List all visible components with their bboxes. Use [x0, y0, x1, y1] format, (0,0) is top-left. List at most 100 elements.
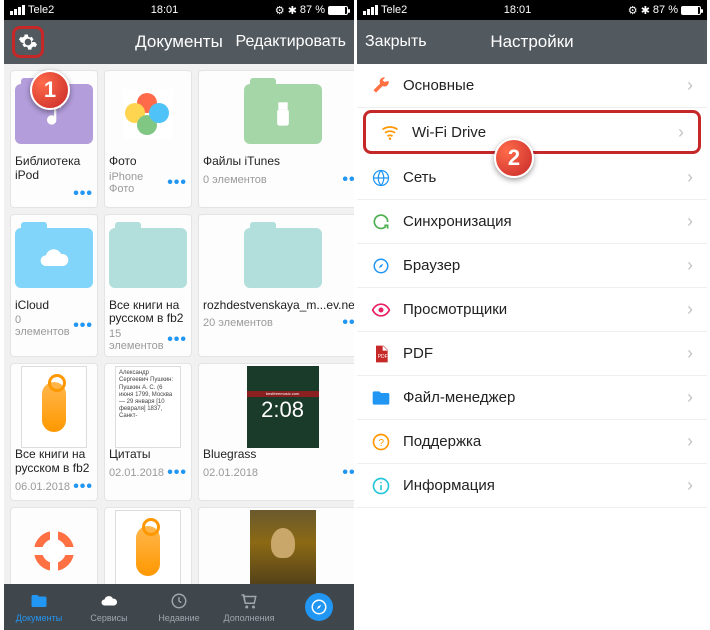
- tab-cart[interactable]: Дополнения: [214, 584, 284, 630]
- chevron-right-icon: ›: [687, 211, 693, 232]
- tile-sub: 15 элементов: [109, 328, 167, 352]
- folder-icon: [28, 592, 50, 612]
- row-label: Основные: [403, 77, 474, 94]
- more-icon[interactable]: •••: [342, 171, 354, 189]
- tile[interactable]: rozhdestvenskaya_m...ev.net) 20 элементов…: [198, 214, 354, 358]
- tab-label: Недавние: [158, 613, 199, 623]
- row-eye[interactable]: Просмотрщики ›: [357, 288, 707, 332]
- tile[interactable]: Все книги на русском в fb2 06.01.2018•••: [10, 363, 98, 501]
- svg-text:PDF: PDF: [378, 354, 388, 360]
- settings-list: Основные›Wi-Fi Drive›Сеть›Синхронизация›…: [357, 64, 707, 508]
- row-sync[interactable]: Синхронизация ›: [357, 200, 707, 244]
- row-label: Поддержка: [403, 433, 481, 450]
- row-label: Файл-менеджер: [403, 389, 515, 406]
- row-label: Wi-Fi Drive: [412, 124, 486, 141]
- more-icon[interactable]: •••: [342, 464, 354, 482]
- compass-icon: [371, 256, 391, 276]
- row-compass[interactable]: Браузер›: [357, 244, 707, 288]
- row-folder[interactable]: Файл-менеджер ›: [357, 376, 707, 420]
- chevron-right-icon: ›: [687, 343, 693, 364]
- sync-icon: [371, 212, 391, 232]
- chevron-right-icon: ›: [687, 255, 693, 276]
- nav-bar: Закрыть Настройки: [357, 20, 707, 64]
- callout-2: 2: [494, 138, 534, 178]
- tile[interactable]: Фото iPhone Фото•••: [104, 70, 192, 208]
- tile-sub: 0 элементов: [203, 174, 267, 186]
- tile[interactable]: Файлы iTunes0 элементов•••: [198, 70, 354, 208]
- chevron-right-icon: ›: [687, 475, 693, 496]
- tile-name: Библиотека iPod: [15, 155, 93, 183]
- more-icon[interactable]: •••: [167, 174, 187, 192]
- cart-icon: [238, 592, 260, 612]
- close-button[interactable]: Закрыть: [365, 33, 427, 51]
- status-bar: Tele2 18:01 ⚙︎ ✱87 %: [4, 0, 354, 20]
- tile-name: Фото: [109, 155, 187, 169]
- tab-clock[interactable]: Недавние: [144, 584, 214, 630]
- help-icon: ?: [371, 432, 391, 452]
- tile-name: Все книги на русском в fb2: [109, 299, 187, 327]
- tile[interactable]: •••: [198, 507, 354, 584]
- row-wifi[interactable]: Wi-Fi Drive ›: [363, 110, 701, 154]
- row-label: PDF: [403, 345, 433, 362]
- row-label: Просмотрщики: [403, 301, 507, 318]
- row-help[interactable]: ? Поддержка ›: [357, 420, 707, 464]
- tab-label: Документы: [16, 613, 62, 623]
- compass-icon: [305, 593, 333, 621]
- tab-label: Сервисы: [90, 613, 127, 623]
- tab-bar: Документы Сервисы Недавние Дополнения: [4, 584, 354, 630]
- cloud-icon: [98, 592, 120, 612]
- row-wrench[interactable]: Основные ›: [357, 64, 707, 108]
- eye-icon: [371, 300, 391, 320]
- tile-name: Цитаты: [109, 448, 187, 462]
- status-time: 18:01: [54, 4, 274, 16]
- tile-sub: 20 элементов: [203, 317, 273, 329]
- tile[interactable]: bestfreemusic.com2:08Bluegrass02.01.2018…: [198, 363, 354, 501]
- tile[interactable]: •••: [104, 507, 192, 584]
- tile-sub: 02.01.2018: [109, 467, 164, 479]
- tile-sub: 06.01.2018: [15, 481, 70, 493]
- row-label: Информация: [403, 477, 495, 494]
- row-info[interactable]: Информация ›: [357, 464, 707, 508]
- more-icon[interactable]: •••: [342, 314, 354, 332]
- pdf-icon: PDF: [371, 344, 391, 364]
- row-label: Синхронизация: [403, 213, 512, 230]
- chevron-right-icon: ›: [687, 167, 693, 188]
- more-icon[interactable]: •••: [167, 464, 187, 482]
- svg-text:?: ?: [379, 438, 385, 449]
- chevron-right-icon: ›: [687, 431, 693, 452]
- tile[interactable]: •••: [10, 507, 98, 584]
- settings-screen: Tele2 18:01 ⚙︎ ✱87 % Закрыть Настройки О…: [357, 0, 707, 630]
- tile-name: Bluegrass: [203, 448, 354, 462]
- tab-label: Дополнения: [224, 613, 275, 623]
- tile-sub: iPhone Фото: [109, 171, 167, 195]
- folder-icon: [371, 388, 391, 408]
- nav-bar: Документы Редактировать: [4, 20, 354, 64]
- tab-compass[interactable]: [284, 584, 354, 630]
- settings-button[interactable]: [12, 26, 44, 58]
- row-pdf[interactable]: PDF PDF ›: [357, 332, 707, 376]
- carrier: Tele2: [28, 4, 54, 16]
- status-bar: Tele2 18:01 ⚙︎ ✱87 %: [357, 0, 707, 20]
- gear-icon: [18, 32, 38, 52]
- tile[interactable]: Александр Сергеевич Пушкин: Пушкин А. С.…: [104, 363, 192, 501]
- more-icon[interactable]: •••: [73, 185, 93, 203]
- chevron-right-icon: ›: [678, 122, 684, 143]
- tab-cloud[interactable]: Сервисы: [74, 584, 144, 630]
- chevron-right-icon: ›: [687, 75, 693, 96]
- tile-name: Все книги на русском в fb2: [15, 448, 93, 476]
- documents-grid[interactable]: Библиотека iPod•••ФотоiPhone Фото•••Файл…: [4, 64, 354, 584]
- tile-name: rozhdestvenskaya_m...ev.net): [203, 299, 354, 313]
- tile[interactable]: iCloud0 элементов•••: [10, 214, 98, 358]
- more-icon[interactable]: •••: [167, 331, 187, 349]
- battery-pct: 87 %: [300, 4, 325, 16]
- edit-button[interactable]: Редактировать: [235, 33, 346, 51]
- more-icon[interactable]: •••: [73, 478, 93, 496]
- tile[interactable]: Все книги на русском в fb215 элементов••…: [104, 214, 192, 358]
- wrench-icon: [371, 76, 391, 96]
- tab-folder[interactable]: Документы: [4, 584, 74, 630]
- globe-icon: [371, 168, 391, 188]
- chevron-right-icon: ›: [687, 299, 693, 320]
- more-icon[interactable]: •••: [73, 317, 93, 335]
- tile-sub: 02.01.2018: [203, 467, 258, 479]
- chevron-right-icon: ›: [687, 387, 693, 408]
